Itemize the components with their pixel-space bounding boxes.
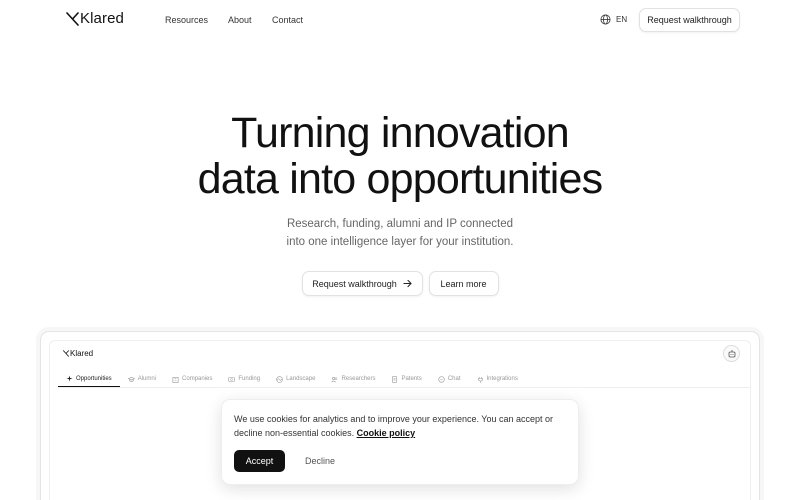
tab-researchers[interactable]: Researchers (323, 371, 383, 387)
request-walkthrough-nav-button[interactable]: Request walkthrough (639, 8, 740, 32)
robot-icon (728, 349, 735, 357)
top-navigation: Klared Resources About Contact EN Reques… (0, 0, 800, 40)
graduation-cap-icon (127, 376, 135, 382)
nav-link-resources[interactable]: Resources (165, 15, 208, 25)
tab-landscape[interactable]: Landscape (268, 371, 323, 387)
hero-subtitle: Research, funding, alumni and IP connect… (0, 216, 800, 251)
language-label: EN (616, 15, 628, 24)
tab-integrations[interactable]: Integrations (469, 371, 526, 387)
hero-title: Turning innovation data into opportuniti… (0, 110, 800, 202)
tab-label: Alumni (137, 376, 157, 382)
brand-logo[interactable]: Klared (66, 11, 124, 27)
preview-logo-x-mark-icon (63, 350, 69, 357)
learn-more-button[interactable]: Learn more (428, 271, 499, 296)
tab-label: Integrations (486, 376, 518, 382)
tab-label: Landscape (286, 376, 316, 382)
globe-icon (600, 14, 611, 25)
preview-brand-logo: Klared (63, 349, 93, 358)
tab-companies[interactable]: Companies (164, 371, 220, 387)
hero-actions: Request walkthrough Learn more (0, 271, 800, 296)
tab-opportunities[interactable]: Opportunities (58, 371, 120, 387)
researchers-icon (331, 376, 338, 382)
building-icon (172, 376, 179, 383)
document-icon (392, 375, 398, 383)
tab-chat[interactable]: Chat (430, 371, 469, 387)
tab-label: Companies (182, 376, 213, 382)
landscape-icon (276, 375, 283, 383)
cookie-message: We use cookies for analytics and to impr… (234, 412, 564, 440)
tab-label: Researchers (341, 376, 376, 382)
accept-cookies-button[interactable]: Accept (234, 450, 285, 472)
user-avatar[interactable] (723, 345, 740, 362)
arrow-right-icon (403, 279, 412, 288)
nav-link-about[interactable]: About (228, 15, 252, 25)
language-selector[interactable]: EN (600, 14, 627, 25)
tab-funding[interactable]: Funding (220, 371, 268, 387)
tab-label: Opportunities (76, 375, 112, 382)
request-walkthrough-label: Request walkthrough (312, 278, 397, 289)
logo-x-mark-icon (66, 12, 79, 26)
cookie-policy-link[interactable]: Cookie policy (357, 428, 416, 438)
tab-label: Chat (447, 376, 461, 382)
sparkle-icon (66, 375, 73, 382)
decline-cookies-button[interactable]: Decline (305, 456, 335, 466)
preview-brand-name: Klared (70, 349, 94, 358)
chat-icon (438, 375, 445, 383)
plug-icon (477, 376, 483, 383)
tab-label: Funding (238, 376, 261, 382)
preview-tab-bar: Opportunities Alumni Companies Funding L… (58, 371, 750, 388)
tab-label: Patents (401, 376, 422, 382)
cookie-banner: We use cookies for analytics and to impr… (221, 399, 579, 485)
money-icon (228, 376, 236, 382)
hero-title-line-1: Turning innovation (231, 109, 570, 157)
nav-link-contact[interactable]: Contact (272, 15, 303, 25)
tab-alumni[interactable]: Alumni (120, 371, 164, 387)
hero-title-line-2: data into opportunities (197, 155, 604, 203)
hero-subtitle-line-2: into one intelligence layer for your ins… (286, 235, 514, 248)
request-walkthrough-button[interactable]: Request walkthrough (301, 271, 423, 296)
tab-patents[interactable]: Patents (383, 371, 429, 387)
hero-subtitle-line-1: Research, funding, alumni and IP connect… (286, 218, 514, 230)
brand-name: Klared (80, 10, 124, 27)
